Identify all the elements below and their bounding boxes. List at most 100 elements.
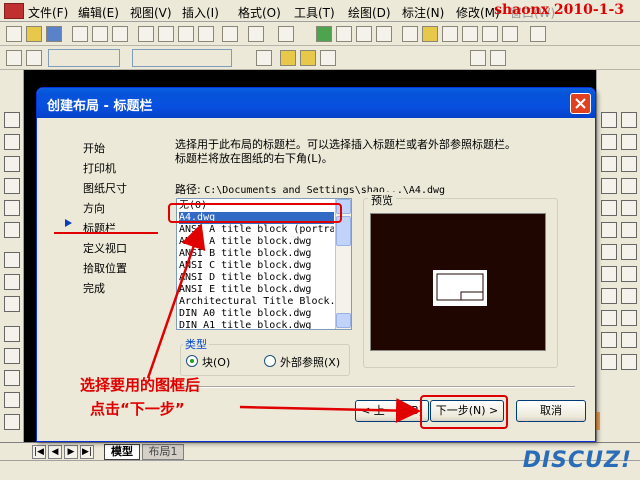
dimension-angular-icon[interactable] <box>4 222 20 238</box>
polyline-icon[interactable] <box>601 156 617 172</box>
radio-xref-label[interactable]: 外部参照(X) <box>280 354 340 370</box>
radio-block-label[interactable]: 块(O) <box>202 354 230 370</box>
publish-icon[interactable] <box>112 26 128 42</box>
trim-icon[interactable] <box>621 310 637 326</box>
tab-layout1[interactable]: 布局1 <box>142 444 184 460</box>
dimension-text-icon[interactable] <box>4 392 20 408</box>
redo-icon[interactable] <box>278 26 294 42</box>
pan-icon[interactable] <box>316 26 332 42</box>
list-item[interactable]: ANSI A title block.dwg <box>179 236 334 248</box>
layer-previous-icon[interactable] <box>490 50 506 66</box>
properties-icon[interactable] <box>402 26 418 42</box>
list-item[interactable]: ANSI A title block (portra <box>179 224 334 236</box>
design-center-icon[interactable] <box>422 26 438 42</box>
zoom-realtime-icon[interactable] <box>336 26 352 42</box>
mirror-icon[interactable] <box>621 156 637 172</box>
make-current-icon[interactable] <box>470 50 486 66</box>
ellipse-arc-icon[interactable] <box>601 332 617 348</box>
dimension-linear-icon[interactable] <box>4 112 20 128</box>
circle-icon[interactable] <box>601 244 617 260</box>
radio-block[interactable] <box>186 355 198 367</box>
revision-cloud-icon[interactable] <box>601 266 617 282</box>
app-icon[interactable] <box>4 3 24 19</box>
help-icon[interactable] <box>530 26 546 42</box>
print-icon[interactable] <box>72 26 88 42</box>
radio-xref[interactable] <box>264 355 276 367</box>
menu-view[interactable]: 视图(V) <box>130 4 172 21</box>
open-file-icon[interactable] <box>26 26 42 42</box>
tab-model[interactable]: 模型 <box>104 444 140 460</box>
rectangle-icon[interactable] <box>601 200 617 216</box>
workspace-icon[interactable] <box>6 50 22 66</box>
list-item[interactable]: DIN A0 title block.dwg <box>179 308 334 320</box>
menu-insert[interactable]: 插入(I) <box>182 4 219 21</box>
dimension-diameter-icon[interactable] <box>4 200 20 216</box>
stretch-icon[interactable] <box>621 288 637 304</box>
tolerance-icon[interactable] <box>4 348 20 364</box>
menu-file[interactable]: 文件(F) <box>28 4 68 21</box>
last-tab-icon[interactable]: ▶| <box>80 445 94 459</box>
back-button[interactable]: < 上一步(B) <box>355 400 429 422</box>
line-icon[interactable] <box>601 112 617 128</box>
copy-object-icon[interactable] <box>621 134 637 150</box>
list-item[interactable]: DIN A1 title block.dwg <box>179 320 334 329</box>
extend-icon[interactable] <box>621 332 637 348</box>
menu-tools[interactable]: 工具(T) <box>294 4 335 21</box>
layer-manager-icon[interactable] <box>256 50 272 66</box>
offset-icon[interactable] <box>621 178 637 194</box>
rotate-icon[interactable] <box>621 244 637 260</box>
close-button[interactable] <box>570 93 591 114</box>
cut-icon[interactable] <box>138 26 154 42</box>
undo-icon[interactable] <box>248 26 264 42</box>
settings-icon[interactable] <box>26 50 42 66</box>
dimension-aligned-icon[interactable] <box>4 134 20 150</box>
list-item[interactable]: ANSI E title block.dwg <box>179 284 334 296</box>
arc-icon[interactable] <box>601 222 617 238</box>
print-preview-icon[interactable] <box>92 26 108 42</box>
dimension-update-icon[interactable] <box>4 414 20 430</box>
sun-icon[interactable] <box>300 50 316 66</box>
quick-calc-icon[interactable] <box>502 26 518 42</box>
zoom-previous-icon[interactable] <box>376 26 392 42</box>
dimension-continue-icon[interactable] <box>4 274 20 290</box>
lock-icon[interactable] <box>320 50 336 66</box>
prev-tab-icon[interactable]: ◀ <box>48 445 62 459</box>
sheet-set-icon[interactable] <box>462 26 478 42</box>
scale-icon[interactable] <box>621 266 637 282</box>
cancel-button[interactable]: 取消 <box>516 400 586 422</box>
center-mark-icon[interactable] <box>4 370 20 386</box>
menu-edit[interactable]: 编辑(E) <box>78 4 119 21</box>
light-bulb-icon[interactable] <box>280 50 296 66</box>
first-tab-icon[interactable]: |◀ <box>32 445 46 459</box>
workspace-combo[interactable] <box>48 49 120 67</box>
menu-format[interactable]: 格式(O) <box>238 4 281 21</box>
dimension-baseline-icon[interactable] <box>4 252 20 268</box>
move-icon[interactable] <box>621 222 637 238</box>
insert-block-icon[interactable] <box>601 354 617 370</box>
list-item[interactable]: ANSI D title block.dwg <box>179 272 334 284</box>
markup-icon[interactable] <box>482 26 498 42</box>
view-combo[interactable] <box>132 49 232 67</box>
ellipse-icon[interactable] <box>601 310 617 326</box>
copy-icon[interactable] <box>158 26 174 42</box>
leader-icon[interactable] <box>4 326 20 342</box>
break-icon[interactable] <box>621 354 637 370</box>
save-icon[interactable] <box>46 26 62 42</box>
list-item[interactable]: ANSI C title block.dwg <box>179 260 334 272</box>
array-icon[interactable] <box>621 200 637 216</box>
tool-palettes-icon[interactable] <box>442 26 458 42</box>
dimension-space-icon[interactable] <box>4 296 20 312</box>
erase-icon[interactable] <box>621 112 637 128</box>
dimension-radius-icon[interactable] <box>4 178 20 194</box>
list-item[interactable]: ANSI B title block.dwg <box>179 248 334 260</box>
next-tab-icon[interactable]: ▶ <box>64 445 78 459</box>
match-properties-icon[interactable] <box>198 26 214 42</box>
zoom-window-icon[interactable] <box>356 26 372 42</box>
paste-icon[interactable] <box>178 26 194 42</box>
polygon-icon[interactable] <box>601 178 617 194</box>
construction-line-icon[interactable] <box>601 134 617 150</box>
dialog-titlebar[interactable]: 创建布局 - 标题栏 <box>37 88 595 118</box>
scroll-down-icon[interactable] <box>336 313 351 328</box>
new-file-icon[interactable] <box>6 26 22 42</box>
spline-icon[interactable] <box>601 288 617 304</box>
